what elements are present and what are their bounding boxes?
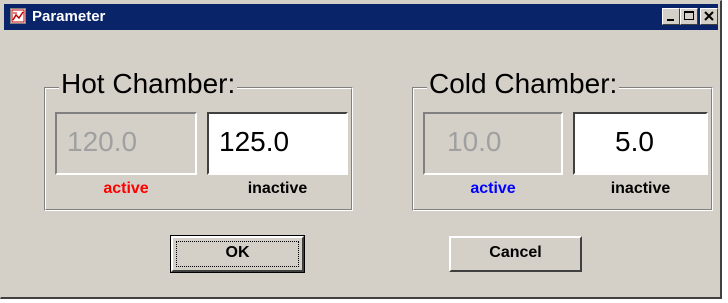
parameter-dialog: Parameter Hot Chamber: 120.0 125.0 activ… [0, 0, 722, 299]
hot-inactive-value-field[interactable]: 125.0 [207, 112, 348, 175]
hot-active-value-field: 120.0 [55, 112, 197, 175]
close-icon[interactable] [700, 8, 718, 25]
minimize-icon[interactable] [662, 8, 680, 25]
ok-button-label: OK [225, 244, 250, 261]
hot-inactive-label: inactive [247, 180, 308, 197]
hot-chamber-title: Hot Chamber: [59, 68, 238, 100]
window-title: Parameter [32, 8, 106, 25]
title-bar[interactable]: Parameter [4, 4, 718, 30]
chart-app-icon[interactable] [10, 8, 26, 24]
cancel-button-label: Cancel [489, 244, 542, 261]
cold-active-value-field: 10.0 [423, 112, 563, 175]
cold-chamber-title: Cold Chamber: [427, 68, 620, 100]
cold-inactive-value-field[interactable]: 5.0 [573, 112, 708, 175]
ok-button[interactable]: OK [170, 235, 305, 273]
cold-inactive-label: inactive [610, 180, 671, 197]
maximize-icon[interactable] [680, 8, 698, 25]
cancel-button[interactable]: Cancel [449, 236, 582, 272]
hot-active-label: active [103, 180, 149, 197]
cold-active-label: active [470, 180, 516, 197]
